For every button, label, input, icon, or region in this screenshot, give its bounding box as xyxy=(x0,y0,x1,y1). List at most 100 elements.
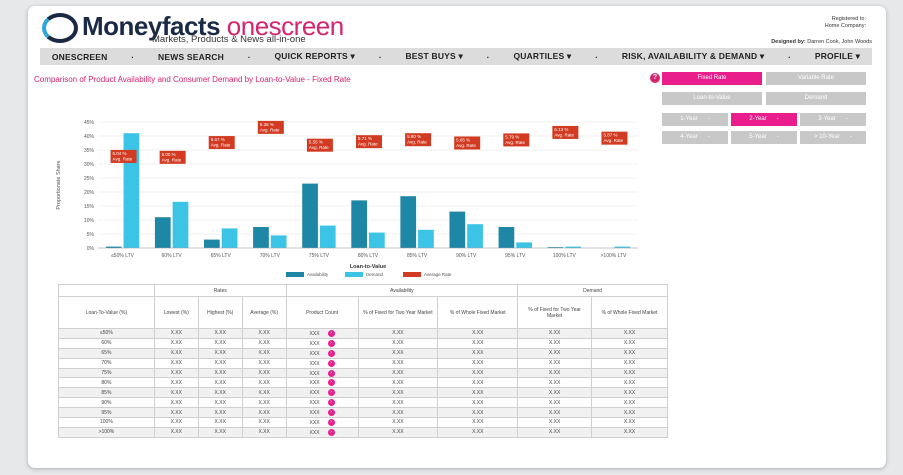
cell-text: X.XX xyxy=(392,370,404,376)
value-cell: X.XX xyxy=(153,397,199,409)
help-icon[interactable]: ? xyxy=(650,73,660,83)
row-detail-arrow-icon[interactable]: › xyxy=(327,389,335,397)
cell-text: X.XX xyxy=(392,419,404,426)
term-1-year-button[interactable]: 1-Year - xyxy=(662,113,728,126)
table-row: 85% X.XX X.XX X.XX XXX › X.XX X.XX X.XX X.XX xyxy=(58,387,668,399)
value-cell: X.XX xyxy=(591,328,668,339)
cell-text: X.XX xyxy=(170,379,182,386)
value-cell: XXX › xyxy=(285,328,359,339)
term-2-year-button[interactable]: 2-Year - xyxy=(731,113,797,126)
cell-text: X.XX xyxy=(548,399,561,406)
group-header-rates: Rates xyxy=(153,284,287,297)
value-cell: X.XX xyxy=(517,426,593,438)
value-cell: XXX › xyxy=(285,337,359,349)
term-3-year-button[interactable]: 3-Year - xyxy=(800,113,866,126)
availability-bar xyxy=(351,200,367,248)
row-detail-arrow-icon[interactable]: › xyxy=(327,329,335,337)
nav-profile[interactable]: PROFILE ▾ xyxy=(815,51,860,62)
cell-text: X.XX xyxy=(258,350,270,357)
cell-text: X.XX xyxy=(258,389,270,396)
cell-text: X.XX xyxy=(258,379,270,386)
demand-bar xyxy=(221,228,238,248)
nav-news-search[interactable]: NEWS SEARCH xyxy=(158,52,224,62)
row-detail-arrow-icon[interactable]: › xyxy=(327,418,335,426)
cell-text: X.XX xyxy=(623,340,636,347)
cell-text: X.XX xyxy=(258,370,270,376)
table-row: 70% X.XX X.XX X.XX XXX › X.XX X.XX X.XX X.XX xyxy=(58,357,668,369)
main-nav: ONESCREEN · NEWS SEARCH · QUICK REPORTS … xyxy=(40,48,872,65)
ltv-cell: 85% xyxy=(58,387,155,399)
legend-label: Demand xyxy=(366,272,384,277)
y-tick-label: 25% xyxy=(84,176,95,182)
table-row: 100% X.XX X.XX X.XX XXX › X.XX X.XX X.XX X.XX xyxy=(58,417,668,428)
row-detail-arrow-icon[interactable]: › xyxy=(327,399,335,407)
value-cell: X.XX xyxy=(241,367,287,379)
cell-text: X.XX xyxy=(258,419,270,426)
avg-rate-caption: Avg. Rate xyxy=(505,140,525,145)
availability-bar xyxy=(204,239,220,248)
avg-rate-caption: Avg. Rate xyxy=(162,157,182,162)
cell-text: X.XX xyxy=(214,399,226,406)
nav-onescreen[interactable]: ONESCREEN xyxy=(52,52,108,62)
row-detail-arrow-icon[interactable]: › xyxy=(327,359,335,367)
row-detail-arrow-icon[interactable]: › xyxy=(327,428,335,436)
logo-tagline: Markets, Products & News all-in-one xyxy=(152,34,306,45)
value-cell: X.XX xyxy=(591,426,668,438)
cell-text: X.XX xyxy=(472,370,484,376)
x-tick-label: 95% LTV xyxy=(505,253,526,259)
row-detail-arrow-icon[interactable]: › xyxy=(327,349,335,357)
row-detail-arrow-icon[interactable]: › xyxy=(327,409,335,417)
term-10-year-button[interactable]: > 10-Year - xyxy=(800,131,866,144)
row-detail-arrow-icon[interactable]: › xyxy=(327,369,335,377)
cell-text: X.XX xyxy=(170,429,182,436)
demand-bar xyxy=(270,235,287,248)
x-tick-label: >100% LTV xyxy=(601,253,628,259)
x-tick-label: 90% LTV xyxy=(456,253,477,259)
cell-text: X.XX xyxy=(170,389,182,396)
term-4-year-button[interactable]: 4-Year - xyxy=(662,131,728,144)
value-cell: X.XX xyxy=(241,377,287,389)
demand-bar xyxy=(418,229,434,248)
row-detail-arrow-icon[interactable]: › xyxy=(327,339,335,347)
registration-info: Registered to: Home Company: xyxy=(824,16,866,29)
value-cell: X.XX xyxy=(437,377,519,389)
cell-text: X.XX xyxy=(548,379,561,386)
cell-text: X.XX xyxy=(392,340,404,347)
value-cell: X.XX xyxy=(437,357,519,369)
cell-text: X.XX xyxy=(258,429,270,436)
nav-best-buys[interactable]: BEST BUYS ▾ xyxy=(405,51,462,62)
value-cell: X.XX xyxy=(357,387,439,399)
avg-rate-value: 5.55 % xyxy=(309,140,323,145)
variable-rate-button[interactable]: Variable Rate xyxy=(766,72,866,85)
cell-text: X.XX xyxy=(472,429,484,436)
nav-quartiles[interactable]: QUARTILES ▾ xyxy=(513,51,571,62)
row-detail-arrow-icon[interactable]: › xyxy=(327,379,335,387)
nav-risk-availability-demand[interactable]: RISK, AVAILABILITY & DEMAND ▾ xyxy=(622,51,764,62)
term-5-year-button[interactable]: 5-Year - xyxy=(731,131,797,144)
moneyfacts-logo[interactable]: Moneyfacts onescreen Markets, Products &… xyxy=(42,11,344,49)
ltv-cell: 90% xyxy=(58,397,155,409)
value-cell: X.XX xyxy=(197,377,243,389)
value-cell: X.XX xyxy=(197,387,243,399)
cell-text: X.XX xyxy=(472,379,484,386)
value-cell: X.XX xyxy=(153,377,199,389)
cell-text: X.XX xyxy=(472,419,484,426)
x-tick-label: 100% LTV xyxy=(553,253,577,259)
loan-to-value-button[interactable]: Loan-to-Value xyxy=(662,92,762,105)
nav-quick-reports[interactable]: QUICK REPORTS ▾ xyxy=(274,51,354,62)
value-cell: X.XX xyxy=(357,397,439,409)
value-cell: X.XX xyxy=(241,417,287,428)
cell-text: X.XX xyxy=(170,360,182,367)
value-cell: X.XX xyxy=(437,337,519,349)
fixed-rate-button[interactable]: Fixed Rate xyxy=(662,72,762,85)
avg-rate-caption: Avg. Rate xyxy=(113,156,133,161)
value-cell: X.XX xyxy=(517,387,593,399)
avg-rate-value: 5.79 % xyxy=(505,134,519,139)
cell-text: X.XX xyxy=(472,350,484,357)
cell-text: X.XX xyxy=(472,340,484,347)
ltv-cell: 75% xyxy=(58,367,155,379)
demand-button[interactable]: Demand xyxy=(766,92,866,105)
table-row: 75% X.XX X.XX X.XX XXX › X.XX X.XX X.XX X.XX xyxy=(58,367,668,379)
avg-rate-caption: Avg. Rate xyxy=(260,127,280,132)
y-tick-label: 30% xyxy=(84,162,95,168)
